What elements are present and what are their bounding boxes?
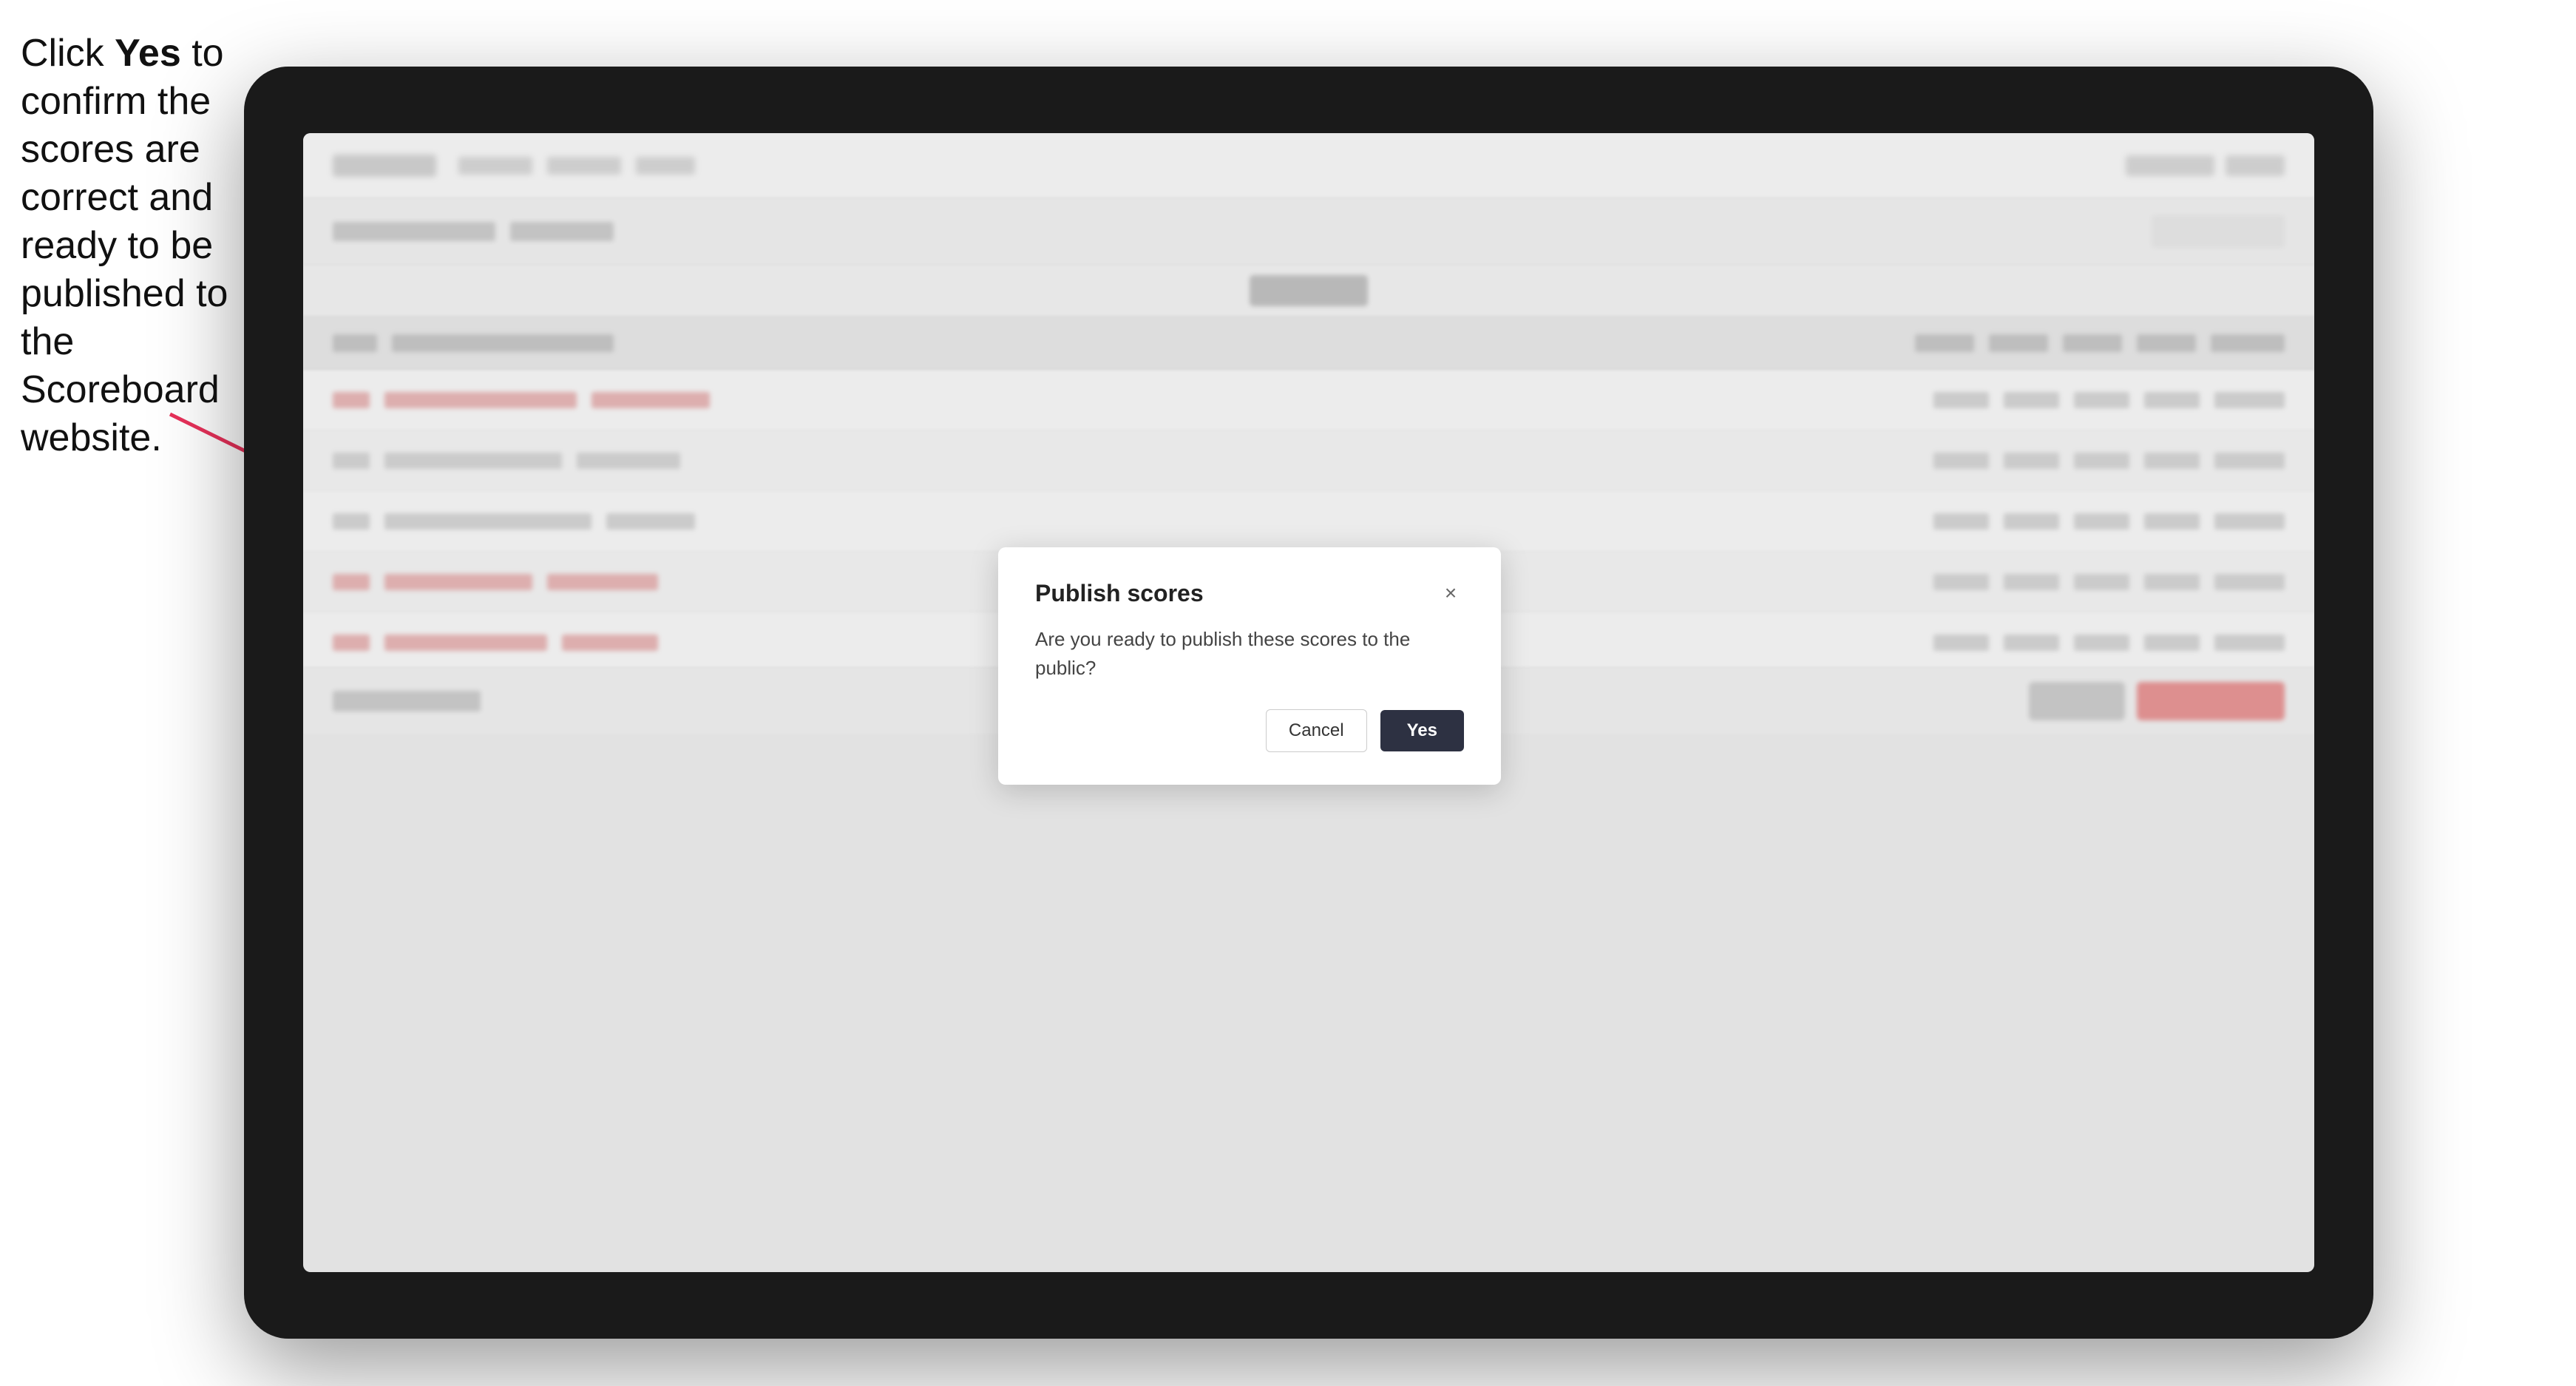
modal-header: Publish scores × (1035, 580, 1464, 607)
modal-overlay: Publish scores × Are you ready to publis… (303, 133, 2314, 1272)
instruction-pre: Click (21, 32, 115, 75)
instruction-post: to confirm the scores are correct and re… (21, 32, 228, 459)
instruction-text: Click Yes to confirm the scores are corr… (21, 30, 235, 462)
modal-cancel-button[interactable]: Cancel (1266, 709, 1367, 752)
tablet-frame: Publish scores × Are you ready to publis… (244, 67, 2373, 1339)
modal-close-button[interactable]: × (1437, 580, 1464, 606)
instruction-bold: Yes (115, 32, 181, 75)
modal-yes-button[interactable]: Yes (1380, 710, 1464, 751)
modal-footer: Cancel Yes (1035, 709, 1464, 752)
screen-content: Publish scores × Are you ready to publis… (303, 133, 2314, 1272)
modal-dialog: Publish scores × Are you ready to publis… (998, 547, 1501, 785)
modal-title: Publish scores (1035, 580, 1204, 607)
modal-body: Are you ready to publish these scores to… (1035, 625, 1464, 683)
tablet-screen: Publish scores × Are you ready to publis… (303, 133, 2314, 1272)
